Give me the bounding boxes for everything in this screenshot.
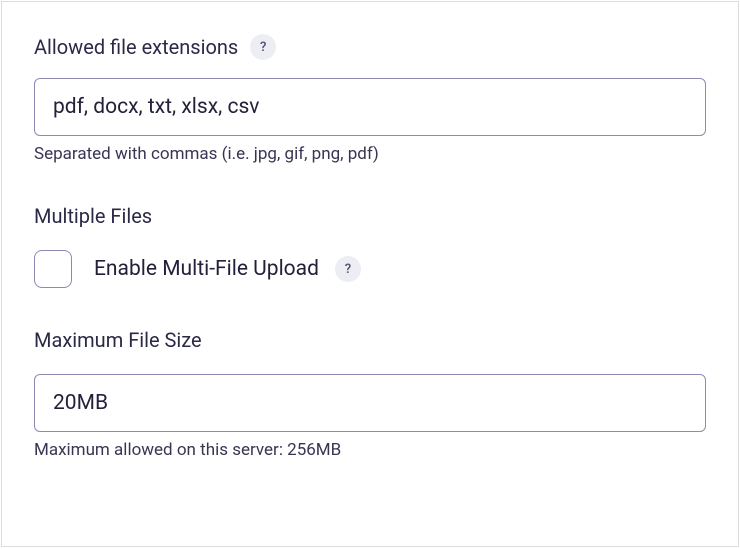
multi-file-checkbox-label-text: Enable Multi-File Upload	[94, 257, 319, 281]
help-icon[interactable]: ?	[335, 256, 361, 282]
max-file-size-hint: Maximum allowed on this server: 256MB	[34, 440, 706, 460]
allowed-extensions-label-text: Allowed file extensions	[34, 35, 238, 59]
allowed-extensions-input[interactable]	[34, 78, 706, 136]
multiple-files-heading: Multiple Files	[34, 204, 706, 228]
max-file-size-heading: Maximum File Size	[34, 328, 706, 352]
max-file-size-input[interactable]	[34, 374, 706, 432]
enable-multi-file-checkbox[interactable]	[34, 250, 72, 288]
allowed-extensions-hint: Separated with commas (i.e. jpg, gif, pn…	[34, 144, 706, 164]
help-icon[interactable]: ?	[250, 34, 276, 60]
multi-file-checkbox-label: Enable Multi-File Upload ?	[94, 256, 361, 282]
settings-panel: Allowed file extensions ? Separated with…	[1, 1, 739, 547]
multi-file-checkbox-row: Enable Multi-File Upload ?	[34, 250, 706, 288]
allowed-extensions-label: Allowed file extensions ?	[34, 34, 706, 60]
